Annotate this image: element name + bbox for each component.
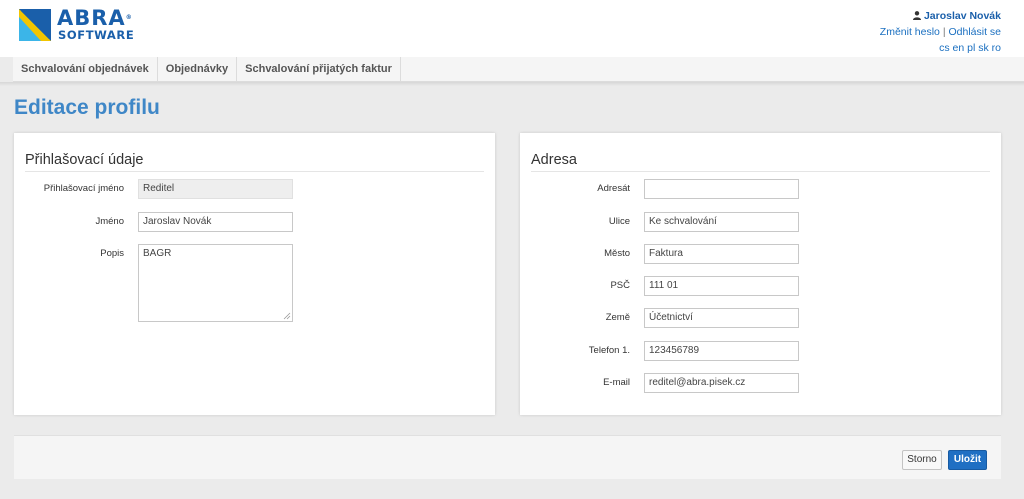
zip-row: PSČ 111 01 (520, 276, 1001, 296)
user-icon (912, 11, 921, 20)
panel-divider (531, 171, 990, 172)
language-switcher: cs en pl sk ro (880, 40, 1001, 56)
nav-order-approval[interactable]: Schvalování objednávek (13, 57, 158, 82)
logo-wordmark: ABRA® (57, 6, 132, 30)
phone-label: Telefon 1. (588, 345, 630, 356)
recipient-field[interactable] (644, 179, 799, 199)
panel-divider (25, 171, 484, 172)
street-label: Ulice (608, 216, 630, 227)
lang-cs-link[interactable]: cs (939, 42, 950, 54)
logo-subtitle: SOFTWARE (58, 28, 135, 42)
description-value: BAGR (143, 248, 172, 259)
login-field: Reditel (138, 179, 293, 199)
phone-field[interactable]: 123456789 (644, 341, 799, 361)
resize-grip-icon[interactable] (283, 312, 291, 320)
email-label: E-mail (603, 377, 630, 388)
abra-logo[interactable]: ABRA® SOFTWARE (19, 6, 159, 43)
phone-row: Telefon 1. 123456789 (520, 341, 1001, 361)
address-panel: Adresa Adresát Ulice Ke schvalování Měst… (520, 133, 1001, 415)
login-panel-title: Přihlašovací údaje (25, 152, 144, 168)
nav-orders[interactable]: Objednávky (158, 57, 238, 82)
user-name[interactable]: Jaroslav Novák (924, 10, 1001, 22)
form-actions-bar: Storno Uložit (14, 435, 1001, 479)
login-row: Přihlašovací jméno Reditel (14, 179, 495, 199)
lang-en-link[interactable]: en (953, 42, 965, 54)
main-nav: Schvalování objednávek Objednávky Schval… (13, 57, 1024, 82)
email-row: E-mail reditel@abra.pisek.cz (520, 373, 1001, 393)
city-field[interactable]: Faktura (644, 244, 799, 264)
street-field[interactable]: Ke schvalování (644, 212, 799, 232)
login-label: Přihlašovací jméno (43, 183, 124, 194)
save-button[interactable]: Uložit (948, 450, 987, 470)
page-title: Editace profilu (14, 96, 160, 119)
country-field[interactable]: Účetnictví (644, 308, 799, 328)
description-textarea[interactable]: BAGR (138, 244, 293, 322)
lang-ro-link[interactable]: ro (992, 42, 1001, 54)
nav-invoice-approval[interactable]: Schvalování přijatých faktur (237, 57, 401, 82)
email-field[interactable]: reditel@abra.pisek.cz (644, 373, 799, 393)
description-label: Popis (100, 248, 124, 259)
name-row: Jméno Jaroslav Novák (14, 212, 495, 232)
abra-logo-icon (19, 9, 51, 41)
lang-pl-link[interactable]: pl (967, 42, 975, 54)
link-separator: | (942, 26, 946, 38)
zip-field[interactable]: 111 01 (644, 276, 799, 296)
login-panel: Přihlašovací údaje Přihlašovací jméno Re… (14, 133, 495, 415)
nav-shadow (0, 82, 1024, 86)
lang-sk-link[interactable]: sk (978, 42, 989, 54)
change-password-link[interactable]: Změnit heslo (880, 26, 940, 38)
top-bar: ABRA® SOFTWARE Jaroslav Novák Změnit hes… (0, 0, 1024, 57)
logout-link[interactable]: Odhlásit se (948, 26, 1001, 38)
recipient-row: Adresát (520, 179, 1001, 199)
country-row: Země Účetnictví (520, 308, 1001, 328)
user-box: Jaroslav Novák Změnit heslo | Odhlásit s… (880, 8, 1001, 56)
zip-label: PSČ (610, 280, 630, 291)
name-field[interactable]: Jaroslav Novák (138, 212, 293, 232)
address-panel-title: Adresa (531, 152, 577, 168)
recipient-label: Adresát (597, 183, 630, 194)
street-row: Ulice Ke schvalování (520, 212, 1001, 232)
city-row: Město Faktura (520, 244, 1001, 264)
cancel-button[interactable]: Storno (902, 450, 942, 470)
country-label: Země (605, 312, 630, 323)
name-label: Jméno (95, 216, 124, 227)
description-row: Popis BAGR (14, 244, 495, 322)
city-label: Město (604, 248, 630, 259)
